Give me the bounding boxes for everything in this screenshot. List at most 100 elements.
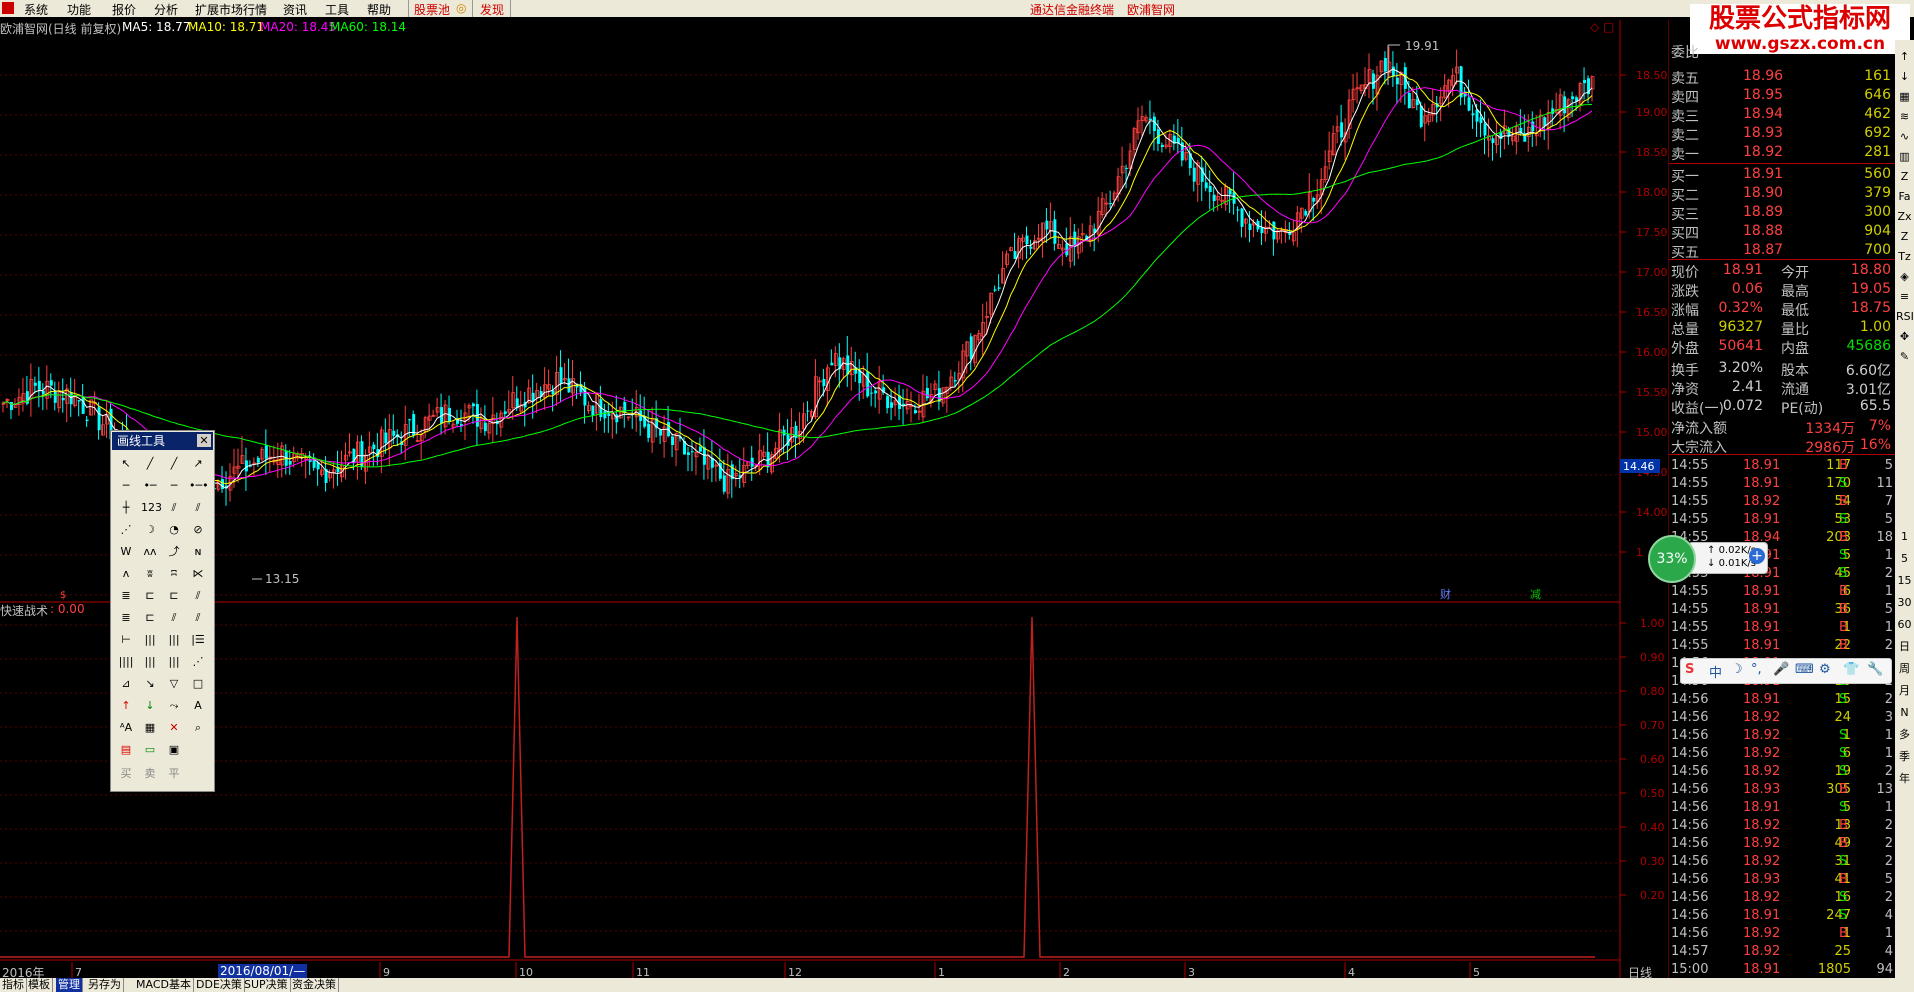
ask-row[interactable]: 卖一 18.92 281 <box>1669 144 1895 163</box>
drawing-tool-icon[interactable]: |☰ <box>189 631 207 649</box>
drawing-tool-icon[interactable]: ▭ <box>141 741 159 759</box>
ime-punct-icon[interactable]: °, <box>1751 662 1762 677</box>
period-button[interactable]: 月 <box>1896 682 1913 699</box>
close-icon[interactable]: ✕ <box>197 434 211 447</box>
toolbar-tool-icon[interactable]: ▦ <box>1896 88 1913 105</box>
finance-marker[interactable]: 财 <box>1440 587 1451 601</box>
toolbar-tool-icon[interactable]: ≋ <box>1896 108 1913 125</box>
expand-plus-icon[interactable]: + <box>1749 548 1765 564</box>
drawing-tool-icon[interactable]: ▤ <box>117 741 135 759</box>
ime-mic-icon[interactable]: 🎤 <box>1773 662 1789 677</box>
period-button[interactable]: N <box>1896 704 1913 721</box>
period-button[interactable]: 1 <box>1896 528 1913 545</box>
ime-keyboard-icon[interactable]: ⌨ <box>1795 662 1814 677</box>
kline-chart[interactable]: 18.50 19.00 18.50 18.00 17.50 17.00 16.50 16.00… <box>0 0 1669 978</box>
drawing-tool-titlebar[interactable]: 画线工具 ✕ <box>112 432 213 450</box>
drawing-tool-icon[interactable]: ⊏ <box>141 609 159 627</box>
period-button[interactable]: 15 <box>1896 572 1913 589</box>
ask-row[interactable]: 卖五 18.96 161 <box>1669 68 1895 87</box>
indicator-tab[interactable]: MACD基本 <box>134 978 194 992</box>
toolbar-tool-icon[interactable]: Tz <box>1896 248 1913 265</box>
sogou-logo-icon[interactable]: S <box>1685 662 1694 677</box>
ime-settings-icon[interactable]: ⚙ <box>1819 662 1831 677</box>
period-button[interactable]: 60 <box>1896 616 1913 633</box>
cpu-usage-circle[interactable]: 33% <box>1648 535 1696 583</box>
drawing-tool-icon[interactable]: ↗ <box>189 455 207 473</box>
ime-tools-icon[interactable]: 🔧 <box>1867 662 1883 677</box>
bid-row[interactable]: 买二 18.90 379 <box>1669 185 1895 204</box>
indicator-tab[interactable]: SUP决策 <box>242 978 291 992</box>
drawing-tool-icon[interactable]: ◔ <box>165 521 183 539</box>
dividend-marker[interactable]: $ <box>60 590 66 601</box>
toolbar-tool-icon[interactable]: Z <box>1896 228 1913 245</box>
drawing-tool-icon[interactable]: ✕ <box>165 719 183 737</box>
indicator-tab[interactable]: 模板 <box>26 978 53 992</box>
toolbar-tool-icon[interactable]: ✎ <box>1896 348 1913 365</box>
drawing-tool-icon[interactable]: ⤳ <box>165 697 183 715</box>
drawing-tool-icon[interactable]: ╱ <box>141 455 159 473</box>
period-button[interactable]: 季 <box>1896 748 1913 765</box>
indicator-tab[interactable]: 资金决策 <box>290 978 339 992</box>
sub-indicator-name[interactable]: 快速战术 <box>0 602 48 619</box>
drawing-tool-icon[interactable]: ʌʌ <box>141 543 159 561</box>
trade-signal-button[interactable]: 平 <box>165 765 183 783</box>
toolbar-tool-icon[interactable]: Zx <box>1896 208 1913 225</box>
period-button[interactable]: 30 <box>1896 594 1913 611</box>
drawing-tool-icon[interactable]: ⋰ <box>117 521 135 539</box>
network-monitor-widget[interactable]: ↑ 0.02K/s ↓ 0.01K/s + 33% <box>1648 535 1768 583</box>
drawing-tool-icon[interactable]: ↑ <box>117 697 135 715</box>
toolbar-tool-icon[interactable]: Fa <box>1896 188 1913 205</box>
ask-row[interactable]: 卖三 18.94 462 <box>1669 106 1895 125</box>
drawing-tool-icon[interactable]: ⫽ <box>165 609 183 627</box>
drawing-tool-icon[interactable]: □ <box>189 675 207 693</box>
drawing-tool-icon[interactable]: A <box>189 697 207 715</box>
trade-signal-button[interactable]: 卖 <box>141 765 159 783</box>
drawing-tool-icon[interactable]: ☽ <box>141 521 159 539</box>
ask-row[interactable]: 卖四 18.95 646 <box>1669 87 1895 106</box>
chart-options-icon[interactable]: ◇ □ <box>1590 20 1614 34</box>
period-button[interactable]: 周 <box>1896 660 1913 677</box>
toolbar-tool-icon[interactable]: RSI <box>1896 308 1914 325</box>
drawing-tool-icon[interactable]: ≣ <box>117 609 135 627</box>
period-button[interactable]: 5 <box>1896 550 1913 567</box>
drawing-tool-icon[interactable]: ↓ <box>141 697 159 715</box>
drawing-tool-icon[interactable]: ▦ <box>141 719 159 737</box>
drawing-tool-icon[interactable]: ᴬA <box>117 719 135 737</box>
reduce-marker[interactable]: 减 <box>1530 588 1541 601</box>
ask-row[interactable]: 卖二 18.93 692 <box>1669 125 1895 144</box>
drawing-tool-icon[interactable]: W <box>117 543 135 561</box>
ime-chinese-toggle[interactable]: 中 <box>1709 662 1722 681</box>
drawing-tool-icon[interactable]: 123 <box>141 499 162 517</box>
toolbar-tool-icon[interactable]: ✥ <box>1896 328 1913 345</box>
drawing-tool-icon[interactable]: ⫽ <box>189 499 207 517</box>
drawing-tool-icon[interactable]: ||| <box>141 631 159 649</box>
period-button[interactable]: 年 <box>1896 770 1913 787</box>
ime-toolbar[interactable]: S 中 ☽ °, 🎤 ⌨ ⚙ 👕 🔧 <box>1680 658 1892 684</box>
drawing-tool-icon[interactable]: ⋰ <box>189 653 207 671</box>
indicator-tab[interactable]: 管理 <box>56 978 83 992</box>
bid-row[interactable]: 买三 18.89 300 <box>1669 204 1895 223</box>
period-button[interactable]: 多 <box>1896 726 1913 743</box>
drawing-tool-icon[interactable]: |||| <box>117 653 135 671</box>
indicator-tab[interactable]: 另存为 <box>86 978 124 992</box>
toolbar-tool-icon[interactable]: ◈ <box>1896 268 1913 285</box>
drawing-tool-icon[interactable]: ▣ <box>165 741 183 759</box>
drawing-tool-icon[interactable]: ╱ <box>165 455 183 473</box>
drawing-tool-icon[interactable]: ─ <box>117 477 135 495</box>
indicator-tab[interactable]: 指标 <box>0 978 27 992</box>
drawing-tool-icon[interactable]: ⫽ <box>189 587 207 605</box>
drawing-tool-icon[interactable]: ↘ <box>141 675 159 693</box>
drawing-tool-icon[interactable]: ʌ <box>117 565 135 583</box>
drawing-tool-icon[interactable]: ▽ <box>165 675 183 693</box>
drawing-tool-icon[interactable]: ||| <box>165 653 183 671</box>
drawing-tool-icon[interactable]: •─ <box>141 477 159 495</box>
drawing-tool-icon[interactable]: ─ <box>165 477 183 495</box>
toolbar-tool-icon[interactable]: ↓ <box>1896 68 1913 85</box>
drawing-tool-icon[interactable]: ⤴ <box>165 543 183 561</box>
toolbar-tool-icon[interactable]: ∿ <box>1896 128 1913 145</box>
drawing-tool-icon[interactable]: ɴ <box>189 543 207 561</box>
drawing-tool-icon[interactable]: ⋉ <box>189 565 207 583</box>
drawing-tool-icon[interactable]: ʬ <box>141 565 159 583</box>
trade-signal-button[interactable]: 买 <box>117 765 135 783</box>
toolbar-tool-icon[interactable]: ▥ <box>1896 148 1913 165</box>
